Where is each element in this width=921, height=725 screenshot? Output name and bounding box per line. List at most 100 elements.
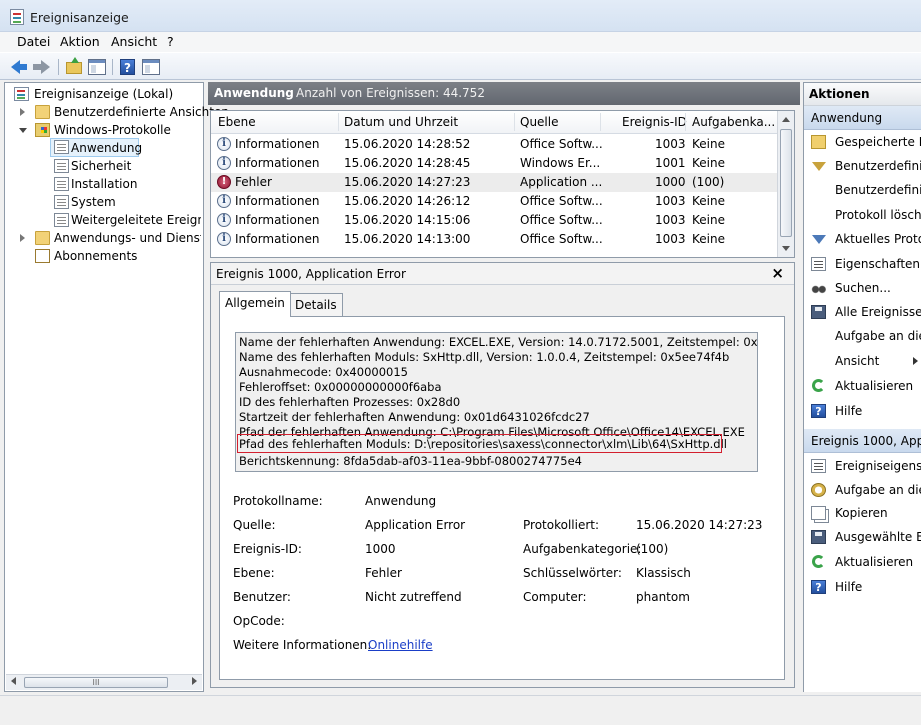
cell-date: 15.06.2020 14:13:00 [344, 232, 471, 246]
action-help[interactable]: ? Hilfe [804, 401, 921, 421]
general-tab-panel: Name der fehlerhaften Anwendung: EXCEL.E… [219, 316, 785, 680]
tree-item-custom-views[interactable]: Benutzerdefinierte Ansichten [11, 103, 229, 121]
column-date[interactable]: Datum und Uhrzeit [344, 115, 458, 129]
save-icon [811, 305, 826, 319]
online-help-link[interactable]: Onlinehilfe [368, 638, 433, 652]
tree-item-installation[interactable]: Installation [51, 175, 201, 193]
scroll-thumb[interactable]: III [24, 677, 168, 688]
cell-task: (100) [692, 175, 725, 189]
event-message[interactable]: Name der fehlerhaften Anwendung: EXCEL.E… [235, 332, 758, 472]
column-separator[interactable] [338, 113, 339, 131]
action-filter-current-log[interactable]: Aktuelles Protokoll filtern... [804, 229, 921, 249]
action-copy[interactable]: Kopieren [804, 503, 921, 523]
table-row[interactable]: i Informationen 15.06.2020 14:28:52 Offi… [211, 135, 777, 154]
action-refresh-event[interactable]: Aktualisieren [804, 552, 921, 572]
help-button[interactable]: ? [117, 57, 137, 77]
tree-item-event-viewer[interactable]: Ereignisanzeige (Lokal) [11, 85, 201, 103]
message-line: Ausnahmecode: 0x40000015 [239, 365, 408, 379]
table-row[interactable]: i Informationen 15.06.2020 14:28:45 Wind… [211, 154, 777, 173]
tree-item-forwarded-events[interactable]: Weitergeleitete Ereignisse [51, 211, 201, 229]
menu-datei[interactable]: Datei [17, 34, 50, 49]
table-row[interactable]: i Informationen 15.06.2020 14:13:00 Offi… [211, 230, 777, 249]
label-schluesselwoerter: Schlüsselwörter: [523, 566, 622, 580]
tree-item-system[interactable]: System [51, 193, 201, 211]
tree-item-app-service-logs[interactable]: Anwendungs- und Dienstprotokolle [11, 229, 201, 247]
folder-icon [35, 105, 50, 119]
actions-section-event[interactable]: Ereignis 1000, Application Error [804, 429, 921, 453]
action-open-saved-log[interactable]: Gespeicherte Protokolldatei öffnen... [804, 132, 921, 152]
action-view[interactable]: Ansicht [804, 351, 921, 371]
cell-level: Informationen [235, 194, 320, 208]
event-viewer-icon [10, 9, 24, 25]
scroll-right-icon[interactable] [192, 677, 197, 685]
column-separator[interactable] [685, 113, 686, 131]
actions-section-anwendung[interactable]: Anwendung [804, 106, 921, 130]
vertical-scrollbar[interactable] [777, 111, 794, 257]
show-hide-action-pane-button[interactable] [141, 57, 161, 77]
expand-arrow-icon[interactable] [20, 234, 25, 242]
column-separator[interactable] [600, 113, 601, 131]
back-button[interactable] [10, 57, 30, 77]
show-hide-tree-button[interactable] [87, 57, 107, 77]
cell-date: 15.06.2020 14:26:12 [344, 194, 471, 208]
event-count: Anzahl von Ereignissen: 44.752 [296, 86, 485, 100]
tree-item-sicherheit[interactable]: Sicherheit [51, 157, 201, 175]
tree-item-windows-logs[interactable]: Windows-Protokolle [11, 121, 201, 139]
action-attach-task-to-log[interactable]: Aufgabe an dieses Protokoll anfügen... [804, 326, 921, 346]
tree-item-label: Weitergeleitete Ereignisse [71, 213, 201, 227]
help-icon: ? [120, 59, 135, 75]
folder-icon [811, 135, 826, 149]
action-save-all-events[interactable]: Alle Ereignisse speichern unter... [804, 302, 921, 322]
action-create-custom-view[interactable]: Benutzerdefinierte Ansicht erstellen... [804, 156, 921, 176]
collapse-arrow-icon[interactable] [19, 128, 27, 133]
action-label: Kopieren [835, 506, 888, 520]
column-event-id[interactable]: Ereignis-ID [622, 115, 687, 129]
action-save-selected-events[interactable]: Ausgewählte Ereignisse speichern... [804, 527, 921, 547]
scroll-thumb[interactable] [780, 129, 792, 237]
toolbar-separator [58, 59, 59, 75]
table-row-selected[interactable]: ! Fehler 15.06.2020 14:27:23 Application… [211, 173, 777, 192]
tree-item-abonnements[interactable]: Abonnements [11, 247, 201, 265]
windows-folder-icon [35, 123, 50, 137]
action-find[interactable]: Suchen... [804, 278, 921, 298]
table-row[interactable]: i Informationen 15.06.2020 14:26:12 Offi… [211, 192, 777, 211]
action-properties[interactable]: Eigenschaften [804, 254, 921, 274]
log-title: Anwendung [214, 86, 294, 100]
expand-arrow-icon[interactable] [20, 108, 25, 116]
column-separator[interactable] [514, 113, 515, 131]
menu-ansicht[interactable]: Ansicht [111, 34, 157, 49]
action-clear-log[interactable]: Protokoll löschen... [804, 205, 921, 225]
table-row[interactable]: i Informationen 15.06.2020 14:15:06 Offi… [211, 211, 777, 230]
save-icon [811, 530, 826, 544]
cell-id: 1003 [655, 137, 686, 151]
scroll-up-icon[interactable] [782, 117, 790, 122]
forward-button[interactable] [33, 57, 53, 77]
close-icon[interactable]: × [771, 264, 784, 282]
action-event-properties[interactable]: Ereigniseigenschaften [804, 456, 921, 476]
menu-aktion[interactable]: Aktion [60, 34, 100, 49]
cell-date: 15.06.2020 14:15:06 [344, 213, 471, 227]
horizontal-scrollbar[interactable]: III [6, 674, 202, 690]
tree-item-anwendung[interactable]: Anwendung [50, 138, 142, 157]
action-help-event[interactable]: ? Hilfe [804, 577, 921, 597]
action-import-custom-view[interactable]: Benutzerdefinierte Ansicht importieren..… [804, 180, 921, 200]
menu-help[interactable]: ? [167, 34, 174, 49]
scroll-down-icon[interactable] [782, 246, 790, 251]
tab-allgemein[interactable]: Allgemein [219, 291, 291, 317]
scroll-left-icon[interactable] [11, 677, 16, 685]
title-bar: Ereignisanzeige [0, 0, 921, 32]
column-task[interactable]: Aufgabenka... [692, 115, 775, 129]
action-refresh[interactable]: Aktualisieren [804, 376, 921, 396]
value-ereignis-id: 1000 [365, 542, 396, 556]
tab-details[interactable]: Details [289, 293, 343, 316]
up-folder-button[interactable] [64, 57, 84, 77]
cell-task: Keine [692, 137, 725, 151]
cell-date: 15.06.2020 14:28:45 [344, 156, 471, 170]
column-source[interactable]: Quelle [520, 115, 558, 129]
column-ebene[interactable]: Ebene [218, 115, 256, 129]
menu-bar: Datei Aktion Ansicht ? [0, 32, 921, 52]
info-icon: i [217, 137, 231, 151]
action-attach-task-to-event[interactable]: Aufgabe an dieses Ereignis anfügen... [804, 480, 921, 500]
cell-id: 1003 [655, 213, 686, 227]
message-line: Fehleroffset: 0x00000000000f6aba [239, 380, 442, 394]
